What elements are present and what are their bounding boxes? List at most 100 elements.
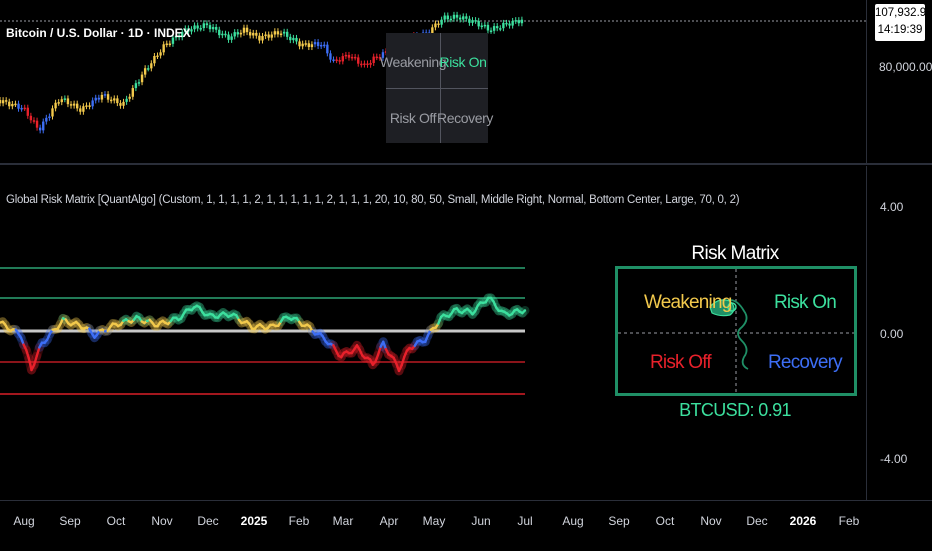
price-candle [280,34,282,36]
time-axis-label: Oct [656,514,675,528]
time-axis-label: 2025 [241,514,268,528]
price-candle [91,100,93,106]
matrix-weakening: Weakening [644,292,732,314]
price-candle [444,16,446,20]
price-candle [39,128,41,131]
indicator-title[interactable]: Global Risk Matrix [QuantAlgo] (Custom, … [6,194,739,206]
indicator-pane[interactable]: Global Risk Matrix [QuantAlgo] (Custom, … [0,166,866,500]
indicator-axis[interactable]: 4.00 0.00 -4.00 [866,166,932,500]
price-candle [363,64,365,66]
price-candle [521,20,523,24]
price-candle [122,102,124,106]
price-candle [308,43,310,47]
price-candle [119,103,121,106]
price-candle [73,104,75,106]
price-candle [450,19,452,21]
price-candle [298,41,300,46]
price-candle [206,23,208,25]
risk-matrix-title: Risk Matrix [660,243,810,265]
price-candle [274,31,276,34]
price-candle [301,44,303,47]
price-candle [138,82,140,84]
price-candle [101,95,103,100]
price-candle [144,68,146,74]
risk-matrix-box: Weakening Risk On Risk Off Recovery [615,266,857,396]
price-candle [209,25,211,29]
price-candle [147,68,149,70]
time-axis-label: Feb [839,514,860,528]
pane-divider[interactable] [0,163,932,165]
time-axis-label: Nov [151,514,172,528]
price-candle [357,57,359,63]
price-candle [369,63,371,65]
price-candle [237,32,239,34]
mini-cell-risk-on: Risk On [438,35,488,89]
mini-cell-recovery: Recovery [440,91,490,145]
price-candle [366,64,368,66]
price-candle [159,52,161,55]
price-candle [487,25,489,31]
price-axis-label: 80,000.00 [879,60,932,74]
price-candle [2,100,4,103]
price-candle [351,57,353,59]
price-candle [215,27,217,30]
price-axis-top[interactable]: 107,932.90 14:19:39 80,000.00 [866,0,932,163]
last-price: 107,932.90 [875,5,925,22]
price-candle [342,56,344,61]
price-candle [511,21,513,26]
price-candle [193,25,195,29]
price-candle [264,35,266,37]
time-axis-label: Feb [289,514,310,528]
price-candle [48,116,50,118]
time-axis-label: Aug [13,514,34,528]
time-axis-label: Dec [746,514,767,528]
price-candle [490,30,492,32]
price-candle [246,28,248,32]
price-candle [107,94,109,100]
price-candle [348,55,350,58]
price-candle [462,16,464,19]
indicator-axis-label-top: 4.00 [880,200,903,214]
price-candle [481,26,483,28]
price-candle [360,64,362,66]
price-candle [153,56,155,63]
price-candle [14,104,16,106]
price-candle [468,19,470,23]
price-candle [125,99,127,102]
price-candle [437,24,439,26]
price-candle [332,59,334,61]
price-candle [110,100,112,102]
time-axis[interactable]: AugSepOctNovDec2025FebMarAprMayJunJulAug… [0,500,932,551]
time-axis-label: Dec [197,514,218,528]
price-chart-pane[interactable]: Bitcoin / U.S. Dollar · 1D · INDEX Weake… [0,0,866,163]
price-candle [335,59,337,61]
price-candle [326,45,328,54]
price-candle [17,104,19,109]
price-candle [456,15,458,18]
price-candle [95,98,97,101]
time-axis-label: Oct [107,514,126,528]
price-candle [27,108,29,116]
price-candle [156,56,158,58]
price-candle [305,43,307,45]
price-candle [169,44,171,46]
price-candle [252,33,254,36]
price-candle [230,36,232,39]
price-candle [329,53,331,59]
time-axis-label: 2026 [790,514,817,528]
price-candle [323,45,325,47]
price-candle [85,105,87,107]
price-candle [277,31,279,34]
price-candle [311,44,313,47]
price-candle [249,32,251,35]
price-candle [320,45,322,47]
price-candle [267,35,269,38]
price-candle [499,28,501,30]
price-candle [129,97,131,99]
price-candle [484,25,486,27]
price-candle [24,108,26,110]
price-candle [345,55,347,57]
symbol-title[interactable]: Bitcoin / U.S. Dollar · 1D · INDEX [6,26,191,40]
price-candle [135,83,137,88]
time-axis-label: Jul [517,514,532,528]
